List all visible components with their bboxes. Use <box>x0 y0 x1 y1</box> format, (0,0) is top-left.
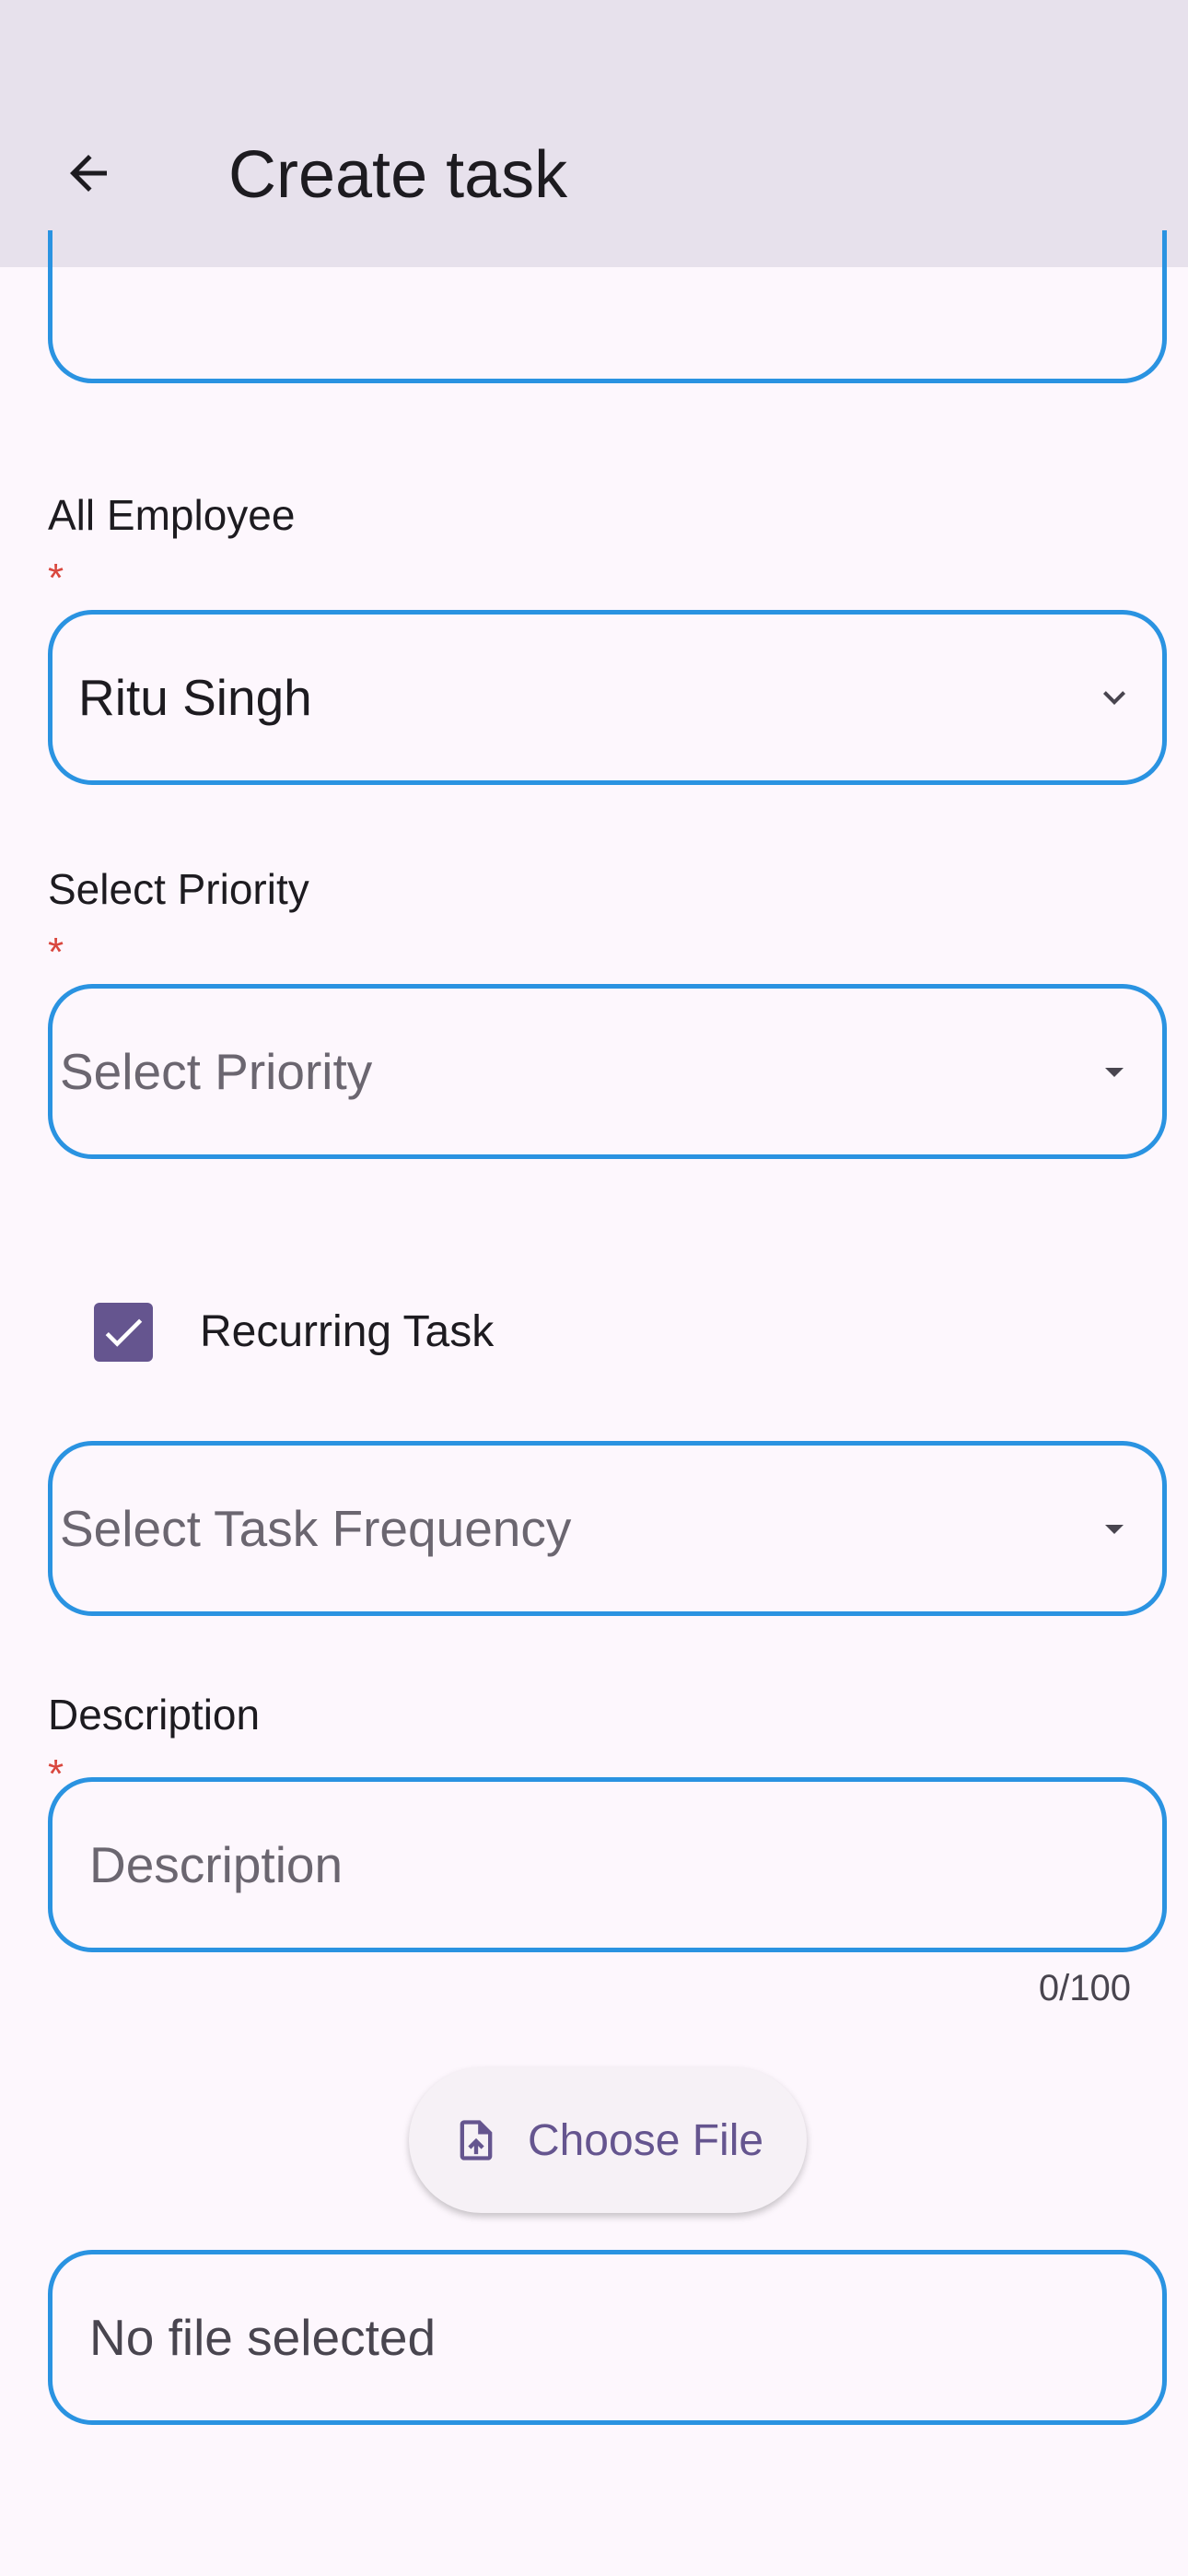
priority-required-mark: * <box>48 930 64 975</box>
page-title: Create task <box>228 138 568 212</box>
description-char-counter: 0/100 <box>1038 1968 1131 2008</box>
employee-selected-value: Ritu Singh <box>78 669 312 726</box>
recurring-task-label[interactable]: Recurring Task <box>200 1303 494 1362</box>
recurring-task-checkbox[interactable] <box>94 1303 153 1362</box>
task-frequency-dropdown[interactable]: Select Task Frequency <box>48 1441 1167 1616</box>
dropdown-arrow-icon <box>1090 1505 1138 1552</box>
arrow-back-icon <box>70 155 107 192</box>
priority-label: Select Priority <box>48 865 309 913</box>
previous-field[interactable] <box>48 230 1167 383</box>
description-input[interactable]: Description <box>48 1777 1167 1952</box>
file-upload-icon <box>460 2120 493 2160</box>
description-placeholder: Description <box>89 1836 344 1893</box>
check-icon <box>105 1318 143 1347</box>
priority-dropdown[interactable]: Select Priority <box>48 984 1167 1159</box>
priority-placeholder: Select Priority <box>60 1043 373 1100</box>
back-button[interactable] <box>44 129 133 217</box>
employee-required-mark: * <box>48 556 64 601</box>
description-label: Description <box>48 1691 261 1739</box>
file-status-field: No file selected <box>48 2250 1167 2425</box>
employee-label: All Employee <box>48 491 296 539</box>
description-required-mark: * <box>48 1751 64 1797</box>
dropdown-arrow-icon <box>1090 1048 1138 1095</box>
choose-file-button[interactable]: Choose File <box>409 2067 807 2213</box>
chevron-down-icon <box>1090 673 1138 721</box>
employee-dropdown[interactable]: Ritu Singh <box>48 610 1167 785</box>
task-frequency-placeholder: Select Task Frequency <box>60 1500 572 1557</box>
app-bar: Create task <box>0 0 1188 267</box>
choose-file-label: Choose File <box>527 2115 764 2165</box>
file-status-text: No file selected <box>89 2309 437 2366</box>
